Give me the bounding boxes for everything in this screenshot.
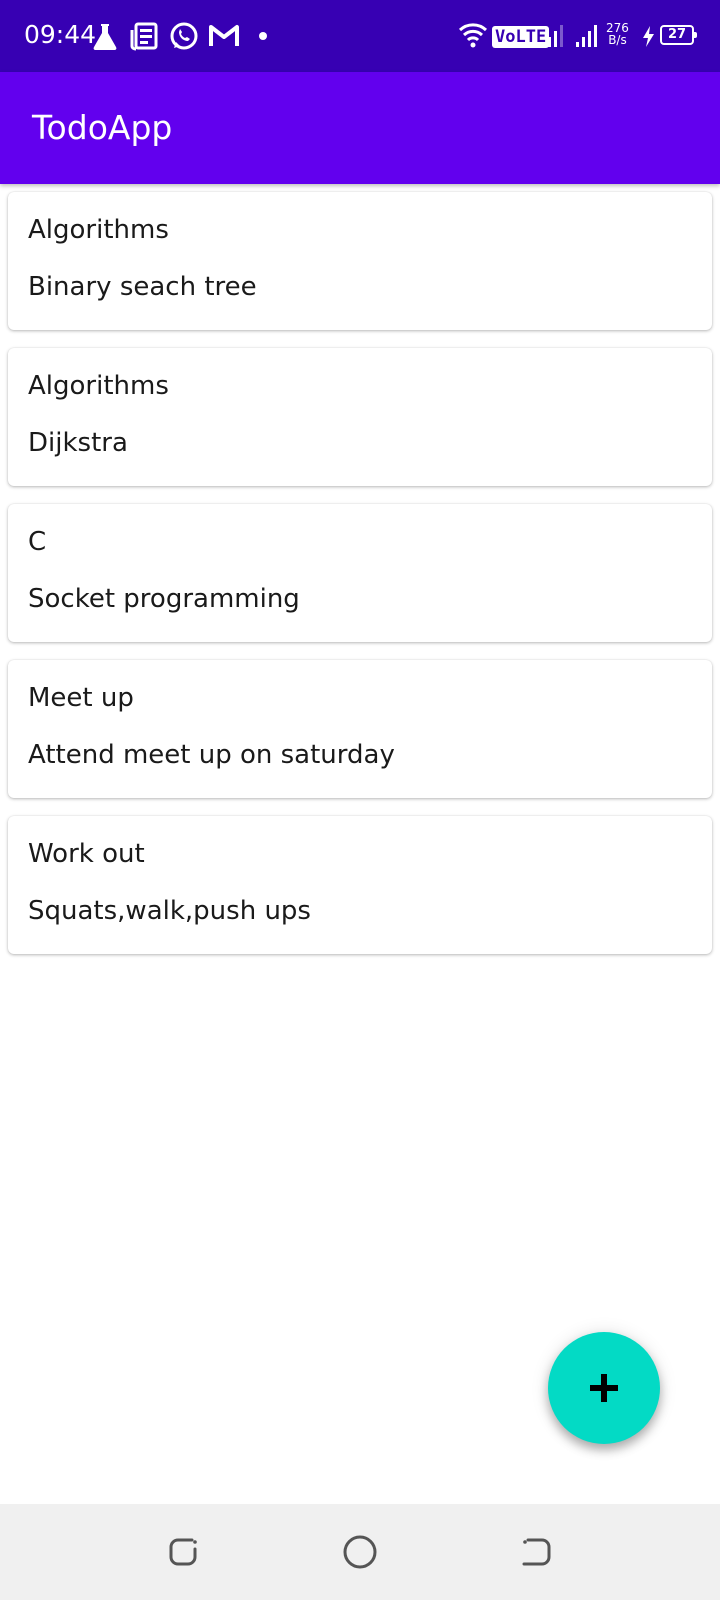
todo-card[interactable]: Algorithms Dijkstra bbox=[8, 348, 712, 486]
app-bar: TodoApp bbox=[0, 72, 720, 184]
navigation-bar bbox=[0, 1504, 720, 1600]
plus-icon bbox=[590, 1374, 618, 1402]
todo-title: Algorithms bbox=[28, 371, 169, 401]
status-time: 09:44 bbox=[24, 20, 97, 49]
screen: 09:44 VoLTE 276 B/s 27 TodoApp Algorithm… bbox=[0, 0, 720, 1600]
recents-icon[interactable] bbox=[166, 1534, 202, 1570]
todo-title: Work out bbox=[28, 839, 145, 869]
home-icon[interactable] bbox=[342, 1534, 378, 1570]
signal-icon bbox=[542, 25, 563, 47]
network-speed-unit: B/s bbox=[608, 33, 627, 47]
whatsapp-icon bbox=[170, 22, 198, 50]
todo-title: Algorithms bbox=[28, 215, 169, 245]
todo-card[interactable]: Meet up Attend meet up on saturday bbox=[8, 660, 712, 798]
network-speed: 276 B/s bbox=[606, 22, 629, 46]
gmail-icon bbox=[209, 25, 239, 46]
news-icon bbox=[130, 22, 158, 51]
todo-description: Attend meet up on saturday bbox=[28, 740, 395, 770]
back-icon[interactable] bbox=[518, 1534, 554, 1570]
battery-icon: 27 bbox=[660, 25, 697, 45]
todo-description: Binary seach tree bbox=[28, 272, 257, 302]
todo-title: Meet up bbox=[28, 683, 134, 713]
charging-icon bbox=[643, 26, 654, 47]
todo-card[interactable]: C Socket programming bbox=[8, 504, 712, 642]
signal-icon bbox=[576, 25, 597, 47]
add-todo-button[interactable] bbox=[548, 1332, 660, 1444]
todo-card[interactable]: Work out Squats,walk,push ups bbox=[8, 816, 712, 954]
app-title: TodoApp bbox=[32, 108, 173, 147]
todo-description: Squats,walk,push ups bbox=[28, 896, 311, 926]
flask-icon bbox=[93, 24, 117, 50]
dot-icon bbox=[259, 32, 267, 40]
battery-level: 27 bbox=[667, 27, 687, 42]
todo-card[interactable]: Algorithms Binary seach tree bbox=[8, 192, 712, 330]
todo-title: C bbox=[28, 527, 47, 557]
wifi-icon bbox=[458, 23, 488, 48]
todo-description: Dijkstra bbox=[28, 428, 128, 458]
todo-list: Algorithms Binary seach tree Algorithms … bbox=[8, 192, 712, 972]
status-bar: 09:44 VoLTE 276 B/s 27 bbox=[0, 0, 720, 72]
todo-description: Socket programming bbox=[28, 584, 300, 614]
